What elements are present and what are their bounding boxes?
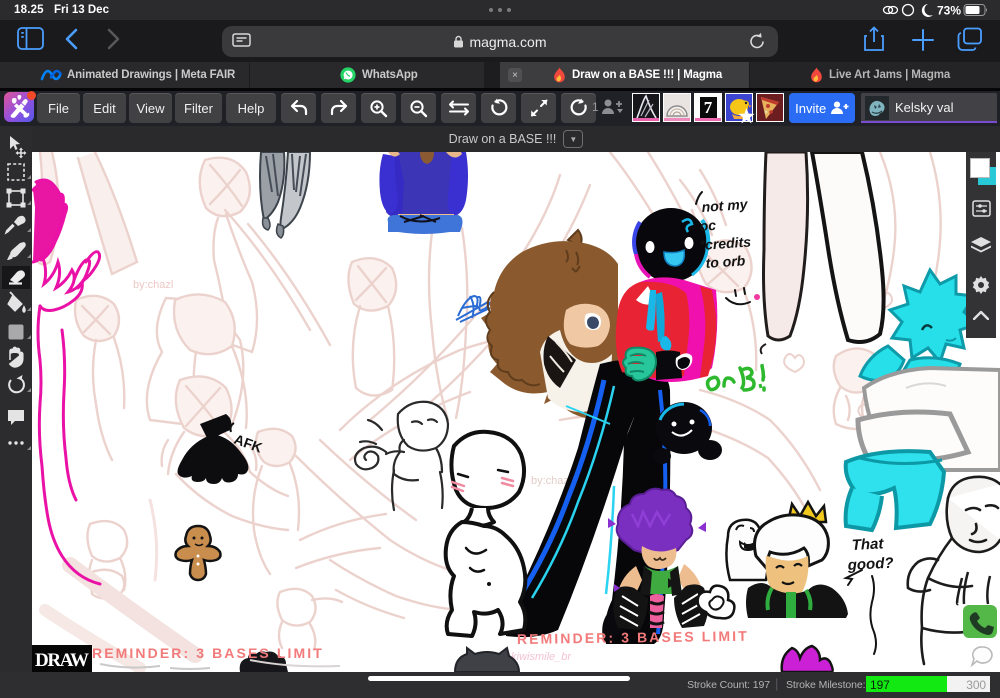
svg-text:That: That bbox=[851, 535, 885, 554]
svg-text:oc: oc bbox=[699, 217, 717, 234]
svg-text:good?: good? bbox=[846, 555, 894, 574]
svg-text:REMINDER: 3 BASES LIMIT: REMINDER: 3 BASES LIMIT bbox=[517, 628, 749, 647]
svg-text:by:chazl: by:chazl bbox=[133, 279, 173, 291]
svg-text:to orb: to orb bbox=[705, 252, 746, 271]
svg-text:73%: 73% bbox=[937, 4, 961, 18]
svg-text:REMINDER: 3 BASES LIMIT: REMINDER: 3 BASES LIMIT bbox=[92, 645, 324, 661]
svg-text:not my: not my bbox=[701, 196, 749, 215]
svg-text:DRAW: DRAW bbox=[35, 650, 89, 671]
